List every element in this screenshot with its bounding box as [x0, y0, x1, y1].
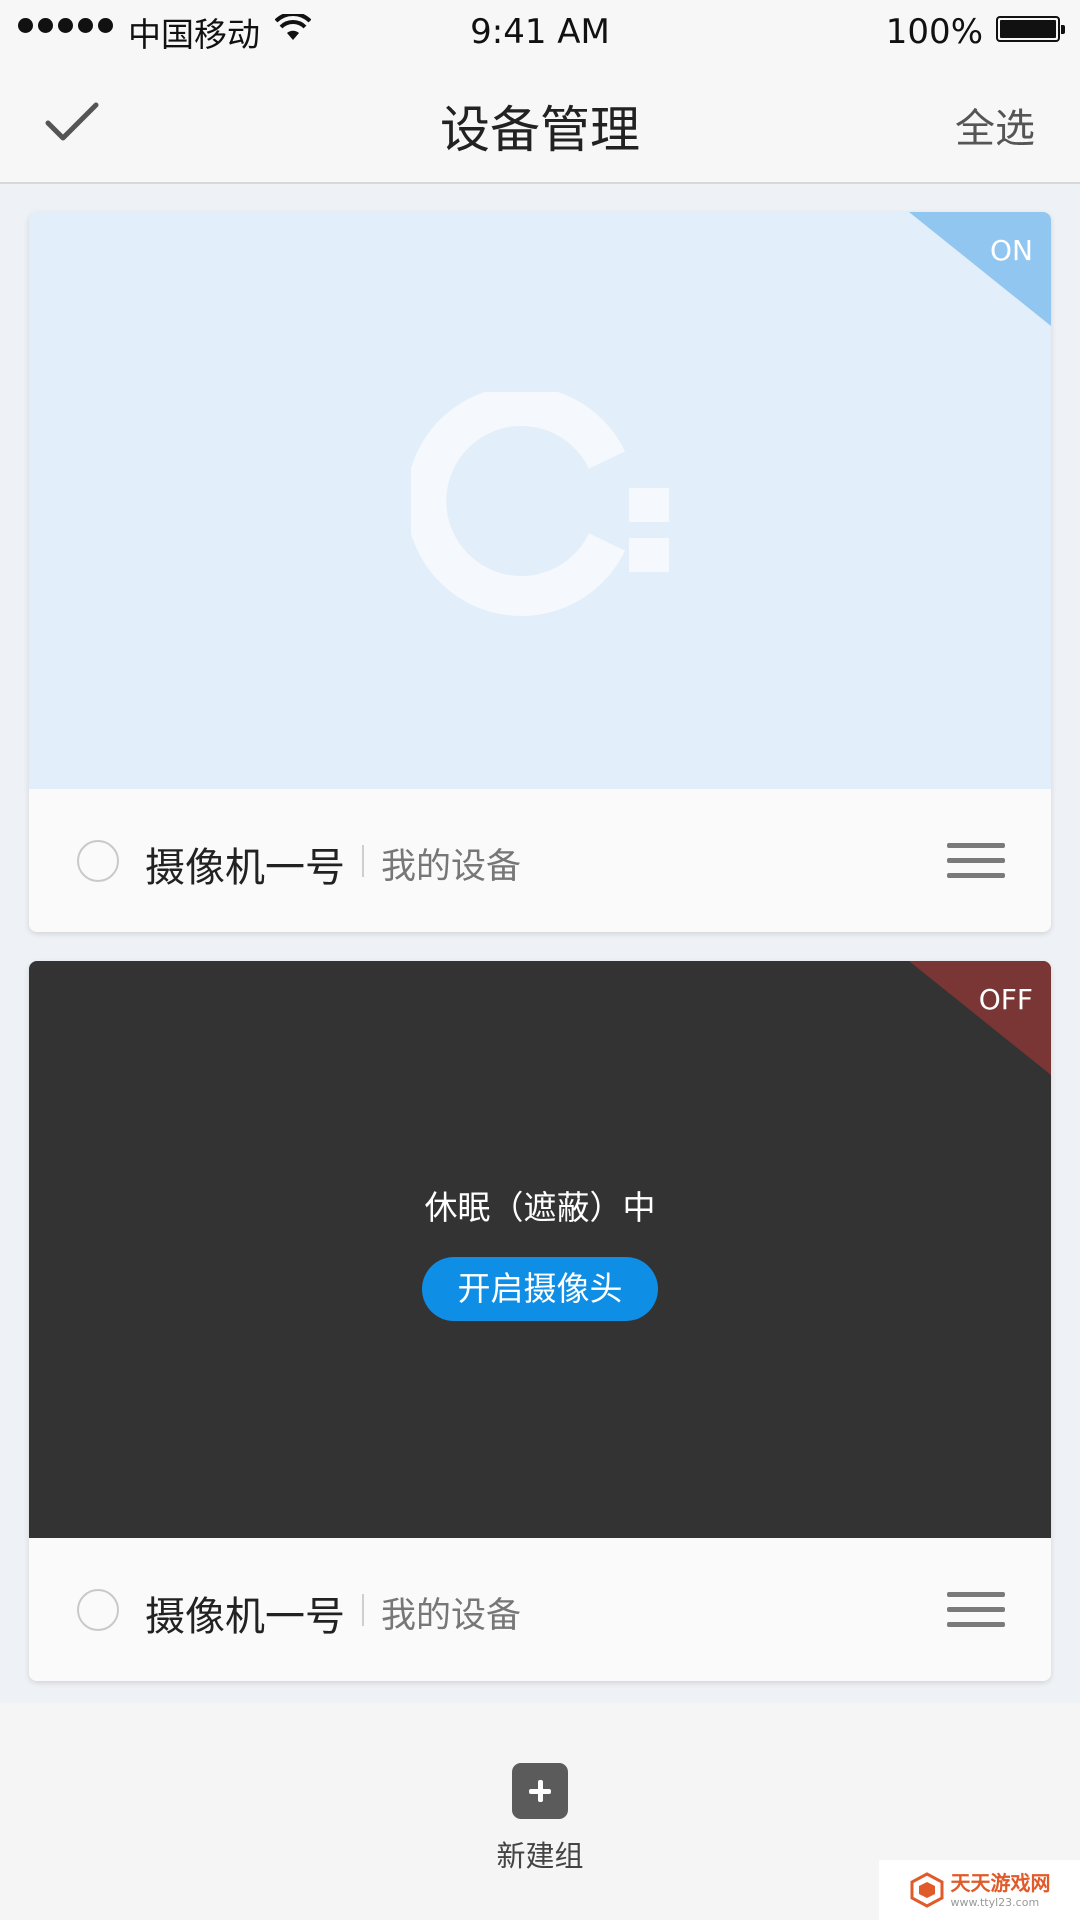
device-footer: 摄像机一号 我的设备 [29, 1538, 1051, 1681]
nav-bar: 设备管理 全选 [0, 62, 1080, 184]
device-group: 我的设备 [381, 847, 522, 887]
watermark-url: www.ttyl23.com [950, 1895, 1040, 1909]
device-select-radio[interactable] [77, 840, 119, 882]
select-all-button[interactable]: 全选 [955, 96, 1035, 154]
plus-square-icon[interactable] [512, 1763, 568, 1819]
status-ribbon [909, 212, 1051, 326]
status-badge: ON [990, 234, 1033, 267]
watermark-title: 天天游戏网 [950, 1870, 1051, 1895]
device-group: 我的设备 [381, 1596, 522, 1636]
battery-icon [996, 16, 1065, 42]
divider [362, 1594, 364, 1626]
device-card: ON 摄像机一号 我的设备 [29, 212, 1051, 932]
watermark-logo-icon [910, 1872, 943, 1908]
drag-handle-icon[interactable] [947, 1592, 1005, 1628]
camera-preview: OFF 休眠（遮蔽）中 开启摄像头 [29, 961, 1051, 1538]
open-camera-button[interactable]: 开启摄像头 [422, 1257, 658, 1321]
drag-handle-icon[interactable] [947, 843, 1005, 879]
battery-percent: 100% [885, 12, 983, 52]
sleep-status-text: 休眠（遮蔽）中 [424, 1188, 656, 1227]
page-title: 设备管理 [440, 101, 640, 159]
device-name: 摄像机一号 [145, 1594, 345, 1640]
device-card: OFF 休眠（遮蔽）中 开启摄像头 摄像机一号 我的设备 [29, 961, 1051, 1681]
status-bar: 中国移动 9:41 AM 100% [0, 0, 1080, 62]
watermark: 天天游戏网 www.ttyl23.com [879, 1860, 1080, 1920]
divider [362, 845, 364, 877]
camera-preview[interactable]: ON [29, 212, 1051, 789]
device-select-radio[interactable] [77, 1589, 119, 1631]
status-badge: OFF [978, 983, 1033, 1016]
device-footer: 摄像机一号 我的设备 [29, 789, 1051, 932]
status-ribbon [909, 961, 1051, 1075]
device-name: 摄像机一号 [145, 845, 345, 891]
camera-logo-icon [411, 392, 669, 616]
